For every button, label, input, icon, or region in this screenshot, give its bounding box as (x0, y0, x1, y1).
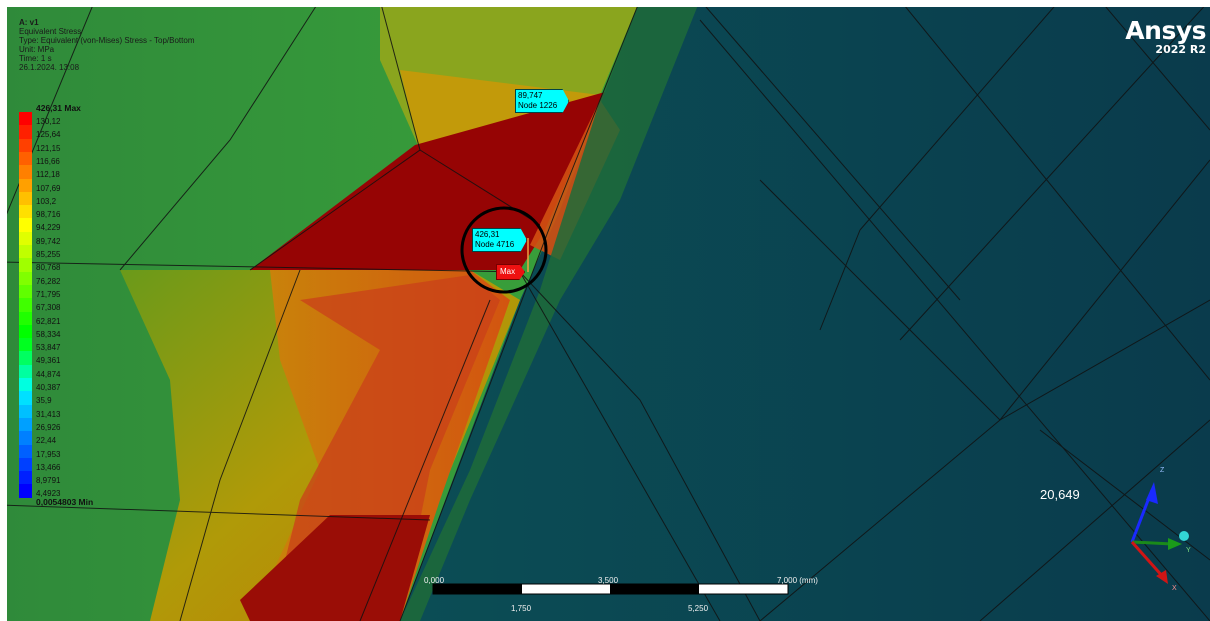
legend-level-label: 26,926 (36, 422, 61, 432)
max-marker[interactable]: Max (496, 264, 525, 280)
legend-level-label: 53,847 (36, 343, 61, 353)
y-axis-label: Y (1186, 547, 1191, 554)
coordinate-triad[interactable]: Z Y X (1120, 460, 1200, 590)
legend-swatch (19, 191, 32, 206)
legend-level-label: 89,742 (36, 236, 61, 246)
graphics-viewport[interactable]: A: v1 Equivalent Stress Type: Equivalent… (0, 0, 1210, 621)
legend-swatch (19, 245, 32, 259)
legend-swatch (19, 431, 32, 445)
legend-swatch (19, 298, 32, 312)
scale-label-3500: 3,500 (598, 576, 619, 585)
legend-level-label: 130,12 (36, 117, 61, 126)
y-axis-arrow (1131, 540, 1173, 546)
brand-version: 2022 R2 (1155, 43, 1206, 56)
legend-swatch (19, 471, 32, 485)
legend-swatch (19, 205, 32, 219)
probe-label-node-1226[interactable]: 89,747 Node 1226 (515, 89, 569, 113)
viewport-left-border (0, 0, 7, 621)
legend-swatch (19, 457, 32, 472)
legend-level-label: 62,821 (36, 316, 61, 326)
legend-swatch (19, 324, 32, 339)
scale-label-7000: 7,000 (mm) (777, 576, 818, 585)
legend-swatch (19, 364, 32, 379)
z-axis-label: Z (1160, 467, 1165, 474)
legend-level-label: 80,768 (36, 263, 61, 273)
stress-contour-plot[interactable] (0, 0, 1210, 621)
legend-swatch (19, 138, 32, 153)
legend-swatch (19, 311, 32, 326)
viewport-top-border (0, 0, 1210, 7)
brand-name: Ansys (1125, 16, 1206, 45)
result-date: 26.1.2024. 13:08 (19, 63, 80, 72)
legend-swatch (19, 231, 32, 246)
legend-min-label: 0,0054803 Min (36, 496, 94, 507)
legend-swatch (19, 178, 32, 193)
value-annotation: 20,649 (1040, 487, 1080, 502)
scale-label-1750: 1,750 (511, 604, 532, 613)
legend-level-label: 116,66 (36, 156, 60, 166)
probe-value: 426,31 (475, 230, 500, 239)
legend-swatch (19, 271, 32, 286)
legend-level-label: 67,308 (36, 303, 61, 313)
scale-label-0: 0,000 (424, 576, 445, 585)
legend-swatch (19, 112, 32, 126)
legend-swatch (19, 404, 32, 419)
legend-swatch (19, 444, 32, 459)
x-axis-arrow (1130, 541, 1166, 579)
y-arrowhead-icon (1168, 538, 1182, 550)
legend-swatch (19, 378, 32, 392)
legend-level-label: 76,282 (36, 276, 61, 286)
x-axis-label: X (1172, 585, 1177, 590)
iso-view-ball-icon[interactable] (1179, 531, 1189, 541)
legend-level-label: 112,18 (36, 170, 60, 180)
legend-level-label: 31,413 (36, 409, 61, 419)
legend-level-label: 17,953 (36, 449, 61, 459)
probe-value: 89,747 (518, 91, 543, 100)
legend-swatch (19, 351, 32, 366)
scale-label-5250: 5,250 (688, 604, 709, 613)
legend-swatch (19, 338, 32, 352)
ansys-logo: Ansys 2022 R2 (1125, 18, 1206, 56)
legend-level-label: 94,229 (36, 223, 61, 233)
legend-level-label: 85,255 (36, 250, 61, 259)
probe-label-node-4716[interactable]: 426,31 Node 4716 (472, 228, 527, 252)
legend-level-label: 13,466 (36, 462, 61, 472)
legend-swatch (19, 391, 32, 406)
legend-swatch (19, 165, 32, 179)
legend-level-label: 103,2 (36, 196, 57, 206)
scale-bar: 0,000 3,500 7,000 (mm) 1,750 5,250 (422, 576, 818, 616)
legend-level-label: 107,69 (36, 183, 61, 193)
probe-node: Node 1226 (518, 101, 558, 110)
contour-legend[interactable]: 426,31 Max 130,12 125,64 121,15 116,66 112,18… (19, 104, 93, 506)
legend-level-label: 44,874 (36, 369, 61, 379)
legend-swatch (19, 151, 32, 166)
legend-swatch (19, 258, 32, 273)
legend-swatch (19, 125, 32, 140)
legend-swatch (19, 417, 32, 432)
legend-level-label: 22,44 (36, 436, 57, 446)
legend-swatch (19, 284, 32, 299)
legend-max-label: 426,31 Max (36, 103, 81, 113)
legend-level-label: 71,795 (36, 289, 61, 299)
legend-level-label: 58,334 (36, 329, 61, 339)
legend-swatch (19, 218, 32, 233)
legend-level-label: 8,9791 (36, 476, 61, 486)
legend-level-label: 49,361 (36, 356, 61, 366)
legend-level-label: 98,716 (36, 210, 61, 220)
legend-level-label: 125,64 (36, 130, 61, 140)
legend-level-label: 121,15 (36, 143, 61, 153)
legend-level-label: 35,9 (36, 396, 52, 406)
legend-swatch (19, 484, 32, 499)
probe-node: Node 4716 (475, 240, 515, 249)
legend-level-label: 40,387 (36, 383, 61, 392)
